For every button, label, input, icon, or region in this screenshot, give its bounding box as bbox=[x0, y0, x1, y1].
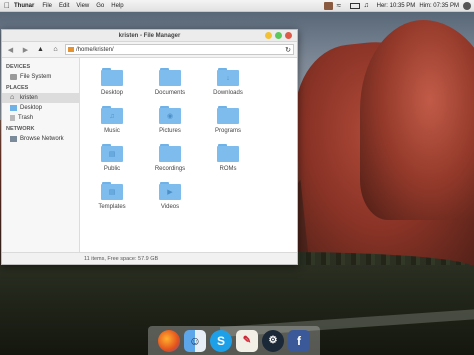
system-tray: ≈ ♫ Her: 10:35 PM Him: 07:35 PM bbox=[323, 0, 474, 12]
skype-icon[interactable]: S bbox=[210, 329, 232, 352]
folder-icon bbox=[159, 144, 181, 162]
sidebar-item-desktop[interactable]: Desktop bbox=[2, 103, 79, 113]
folder-pictures-icon: ◉ bbox=[159, 106, 181, 124]
steam-icon[interactable]: ⚙ bbox=[262, 329, 284, 352]
folder-programs[interactable]: Programs bbox=[200, 106, 256, 134]
sidebar-item-trash[interactable]: Trash bbox=[2, 113, 79, 123]
finder-icon[interactable]: ☺ bbox=[184, 329, 206, 352]
desktop-icon bbox=[10, 105, 17, 111]
folder-icon bbox=[217, 106, 239, 124]
toolbar: ◀ ▶ ▲ ⌂ /home/kristen/ ↻ bbox=[2, 42, 297, 58]
folder-videos[interactable]: ▶ Videos bbox=[142, 182, 198, 210]
folder-music[interactable]: ♫ Music bbox=[84, 106, 140, 134]
folder-public-icon: ▤ bbox=[101, 144, 123, 162]
status-bar: 11 items, Free space: 57.9 GB bbox=[2, 252, 297, 264]
folder-pictures[interactable]: ◉ Pictures bbox=[142, 106, 198, 134]
maximize-button[interactable] bbox=[275, 32, 282, 39]
folder-home-icon bbox=[68, 47, 74, 52]
dock: ☺ S ✎ ⚙ f bbox=[148, 326, 320, 355]
folder-roms[interactable]: ROMs bbox=[200, 144, 256, 172]
menu-help[interactable]: Help bbox=[111, 3, 123, 9]
apple-menu-icon[interactable]:  bbox=[0, 1, 14, 10]
folder-download-icon: ↓ bbox=[217, 68, 239, 86]
folder-icon bbox=[159, 68, 181, 86]
trash-icon bbox=[10, 115, 15, 121]
up-arrow-icon[interactable]: ▲ bbox=[35, 44, 46, 55]
folder-videos-icon: ▶ bbox=[159, 182, 181, 200]
file-grid: Desktop Documents ↓ Downloads ♫ Music ◉ … bbox=[80, 58, 297, 252]
folder-downloads[interactable]: ↓ Downloads bbox=[200, 68, 256, 96]
home-icon: ⌂ bbox=[10, 94, 15, 101]
user-icon[interactable] bbox=[463, 2, 471, 10]
location-path[interactable]: /home/kristen/ bbox=[76, 47, 283, 53]
network-icon bbox=[10, 136, 17, 142]
home-button-icon[interactable]: ⌂ bbox=[50, 44, 61, 55]
menu-go[interactable]: Go bbox=[96, 3, 104, 9]
status-text: 11 items, Free space: 57.9 GB bbox=[84, 255, 159, 262]
clock-her[interactable]: Her: 10:35 PM bbox=[377, 3, 416, 9]
minimize-button[interactable] bbox=[265, 32, 272, 39]
devices-header: DEVICES bbox=[6, 64, 31, 70]
sidebar-item-file-system[interactable]: File System bbox=[2, 72, 79, 82]
menu-view[interactable]: View bbox=[76, 3, 89, 9]
drive-icon bbox=[10, 74, 17, 80]
battery-icon[interactable] bbox=[349, 3, 360, 9]
file-manager-window: kristen - File Manager ◀ ▶ ▲ ⌂ /home/kri… bbox=[1, 29, 298, 265]
folder-documents[interactable]: Documents bbox=[142, 68, 198, 96]
folder-icon bbox=[101, 68, 123, 86]
app-name[interactable]: Thunar bbox=[14, 3, 34, 9]
clock-him[interactable]: Him: 07:35 PM bbox=[419, 3, 459, 9]
back-arrow-icon[interactable]: ◀ bbox=[5, 44, 16, 55]
folder-templates-icon: ▤ bbox=[101, 182, 123, 200]
close-button[interactable] bbox=[285, 32, 292, 39]
firefox-icon[interactable] bbox=[158, 329, 180, 352]
forward-arrow-icon[interactable]: ▶ bbox=[20, 44, 31, 55]
folder-icon bbox=[217, 144, 239, 162]
window-title: kristen - File Manager bbox=[118, 32, 181, 39]
menu-edit[interactable]: Edit bbox=[59, 3, 69, 9]
folder-recordings[interactable]: Recordings bbox=[142, 144, 198, 172]
network-header: NETWORK bbox=[6, 126, 35, 132]
folder-templates[interactable]: ▤ Templates bbox=[84, 182, 140, 210]
text-editor-icon[interactable]: ✎ bbox=[236, 329, 258, 352]
wifi-icon[interactable]: ≈ bbox=[337, 2, 346, 10]
places-header: PLACES bbox=[6, 85, 29, 91]
top-menubar:  Thunar File Edit View Go Help ≈ ♫ Her:… bbox=[0, 0, 474, 12]
folder-desktop[interactable]: Desktop bbox=[84, 68, 140, 96]
sidebar: DEVICES File System PLACES ⌂ kristen Des… bbox=[2, 58, 80, 252]
sidebar-item-browse-network[interactable]: Browse Network bbox=[2, 134, 79, 144]
window-titlebar[interactable]: kristen - File Manager bbox=[2, 30, 297, 42]
menu-file[interactable]: File bbox=[42, 3, 52, 9]
folder-music-icon: ♫ bbox=[101, 106, 123, 124]
sidebar-item-kristen[interactable]: ⌂ kristen bbox=[2, 93, 79, 103]
reload-icon[interactable]: ↻ bbox=[285, 46, 291, 54]
folder-public[interactable]: ▤ Public bbox=[84, 144, 140, 172]
facebook-icon[interactable]: f bbox=[288, 329, 310, 352]
location-bar[interactable]: /home/kristen/ ↻ bbox=[65, 44, 294, 55]
volume-icon[interactable]: ♫ bbox=[364, 2, 373, 10]
user-avatar-icon[interactable] bbox=[323, 2, 333, 10]
